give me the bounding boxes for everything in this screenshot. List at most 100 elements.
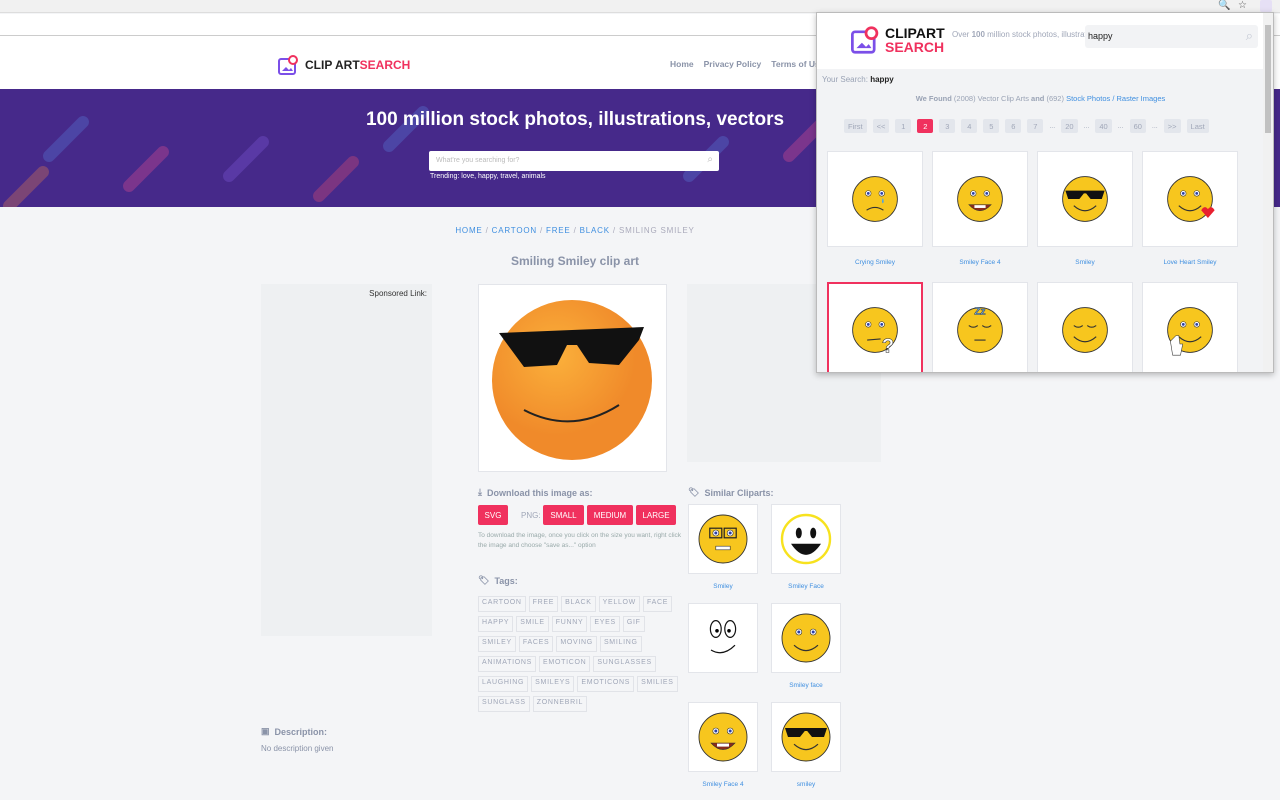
tag-chip[interactable]: FREE: [528, 596, 559, 612]
tag-chip[interactable]: MOVING: [556, 636, 597, 652]
search-icon[interactable]: ⌕: [707, 154, 713, 165]
result-clipart[interactable]: Smiley Face 4: [932, 151, 1028, 266]
result-label[interactable]: Crying Smiley: [827, 259, 923, 266]
tag-chip[interactable]: ZONNEBRIL: [532, 696, 588, 712]
sponsored-ad[interactable]: Sponsored Link:: [261, 284, 432, 636]
png-large-button[interactable]: LARGE: [636, 505, 676, 525]
page-button[interactable]: 40: [1095, 119, 1112, 133]
result-label[interactable]: Love Heart Smiley: [1142, 259, 1238, 266]
similar-thumbnail[interactable]: [688, 504, 758, 574]
similar-thumbnail[interactable]: [771, 603, 841, 673]
result-label[interactable]: Smiley Face 4: [932, 259, 1028, 266]
breadcrumb-home[interactable]: HOME: [455, 226, 482, 235]
stock-photos-link[interactable]: Stock Photos / Raster Images: [1066, 94, 1165, 103]
tag-chip[interactable]: GIF: [622, 616, 645, 632]
tag-chip[interactable]: ANIMATIONS: [478, 656, 537, 672]
tag-chip[interactable]: SMILEY: [478, 636, 516, 652]
similar-clipart[interactable]: Smiley Face 4: [688, 702, 758, 789]
similar-clipart[interactable]: smiley: [771, 702, 841, 789]
result-thumbnail[interactable]: Zz: [932, 282, 1028, 372]
result-clipart[interactable]: Smiley: [1037, 151, 1133, 266]
similar-label[interactable]: Smiley Face: [771, 583, 841, 591]
result-clipart[interactable]: ?: [827, 282, 923, 372]
similar-clipart[interactable]: Smiley Face: [771, 504, 841, 591]
result-thumbnail[interactable]: [1037, 151, 1133, 247]
tag-chip[interactable]: LAUGHING: [478, 676, 529, 692]
result-clipart[interactable]: [1037, 282, 1133, 372]
site-logo[interactable]: CLIP ART SEARCH: [278, 54, 410, 76]
tag-chip[interactable]: BLACK: [561, 596, 596, 612]
tag-chip[interactable]: SMILEYS: [531, 676, 575, 692]
similar-thumbnail[interactable]: [688, 702, 758, 772]
tag-chip[interactable]: HAPPY: [478, 616, 514, 632]
similar-thumbnail[interactable]: [771, 504, 841, 574]
similar-thumbnail[interactable]: [771, 702, 841, 772]
breadcrumb-free[interactable]: FREE: [546, 226, 571, 235]
result-thumbnail[interactable]: [932, 151, 1028, 247]
page-button[interactable]: 1: [895, 119, 912, 133]
extension-icon[interactable]: [1260, 0, 1272, 12]
similar-clipart[interactable]: [688, 603, 758, 690]
result-thumbnail[interactable]: [827, 151, 923, 247]
result-label[interactable]: Smiley: [1037, 259, 1133, 266]
similar-clipart[interactable]: Smiley: [688, 504, 758, 591]
star-icon[interactable]: ☆: [1238, 0, 1247, 11]
page-button[interactable]: 5: [983, 119, 1000, 133]
page-button[interactable]: 3: [939, 119, 956, 133]
similar-label[interactable]: Smiley: [688, 583, 758, 591]
tag-chip[interactable]: SUNGLASSES: [593, 656, 656, 672]
tag-chip[interactable]: FACE: [643, 596, 673, 612]
page-button[interactable]: First: [844, 119, 867, 133]
page-button[interactable]: 7: [1027, 119, 1044, 133]
tag-chip[interactable]: SMILE: [516, 616, 549, 632]
page-button[interactable]: 6: [1005, 119, 1022, 133]
page-button[interactable]: 20: [1061, 119, 1078, 133]
breadcrumb-cartoon[interactable]: CARTOON: [492, 226, 537, 235]
similar-label[interactable]: Smiley Face 4: [688, 781, 758, 789]
popup-scrollbar[interactable]: [1263, 13, 1273, 372]
page-button[interactable]: <<: [872, 119, 890, 133]
download-icon: ⤓: [478, 487, 482, 497]
similar-label[interactable]: smiley: [771, 781, 841, 789]
page-button[interactable]: Last: [1186, 119, 1209, 133]
nav-privacy[interactable]: Privacy Policy: [704, 59, 762, 69]
svg-download-button[interactable]: SVG: [478, 505, 508, 525]
tag-chip[interactable]: SUNGLASS: [478, 696, 530, 712]
tag-chip[interactable]: CARTOON: [478, 596, 526, 612]
similar-label[interactable]: Smiley face: [771, 682, 841, 690]
hero-search-input[interactable]: What're you searching for? ⌕: [429, 151, 719, 171]
page-button[interactable]: >>: [1163, 119, 1181, 133]
png-small-button[interactable]: SMALL: [543, 505, 584, 525]
tag-chip[interactable]: EMOTICONS: [577, 676, 635, 692]
similar-thumbnail[interactable]: [688, 603, 758, 673]
tag-chip[interactable]: FACES: [518, 636, 554, 652]
tag-chip[interactable]: FUNNY: [551, 616, 588, 632]
search-icon[interactable]: ⌕: [1246, 28, 1253, 44]
main-clipart-image[interactable]: [478, 284, 667, 472]
tag-chip[interactable]: YELLOW: [598, 596, 640, 612]
popup-search-input[interactable]: happy ⌕: [1085, 25, 1258, 48]
png-medium-button[interactable]: MEDIUM: [587, 505, 633, 525]
page-button[interactable]: 2: [917, 119, 934, 133]
tag-chip[interactable]: EYES: [590, 616, 620, 632]
result-thumbnail[interactable]: [1142, 151, 1238, 247]
popup-logo-text: CLIPART: [885, 25, 945, 41]
nav-home[interactable]: Home: [670, 59, 694, 69]
result-clipart[interactable]: Love Heart Smiley: [1142, 151, 1238, 266]
result-clipart[interactable]: Zz: [932, 282, 1028, 372]
result-thumbnail[interactable]: [1037, 282, 1133, 372]
scrollbar-thumb[interactable]: [1265, 25, 1271, 133]
result-clipart[interactable]: [1142, 282, 1238, 372]
similar-clipart[interactable]: Smiley face: [771, 603, 841, 690]
zoom-icon[interactable]: 🔍: [1218, 0, 1230, 11]
tag-chip[interactable]: SMILIES: [637, 676, 678, 692]
page-button[interactable]: 60: [1129, 119, 1146, 133]
result-clipart[interactable]: Crying Smiley: [827, 151, 923, 266]
tag-chip[interactable]: SMILING: [599, 636, 642, 652]
page-button[interactable]: 4: [961, 119, 978, 133]
breadcrumb-black[interactable]: BLACK: [580, 226, 610, 235]
result-thumbnail[interactable]: [1142, 282, 1238, 372]
similar-label[interactable]: [688, 682, 758, 690]
tag-chip[interactable]: EMOTICON: [539, 656, 591, 672]
result-thumbnail[interactable]: ?: [827, 282, 923, 372]
